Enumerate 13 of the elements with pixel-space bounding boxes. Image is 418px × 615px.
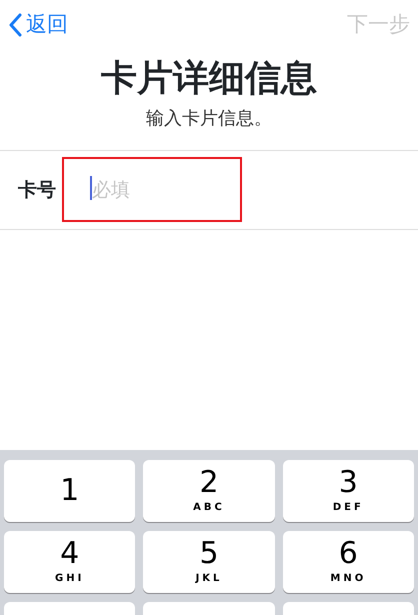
keypad-key[interactable]: 4 GHI bbox=[4, 531, 136, 593]
back-button[interactable]: 返回 bbox=[8, 9, 68, 41]
keypad-key[interactable]: 1 bbox=[4, 460, 136, 522]
keypad-key[interactable]: 3 DEF bbox=[282, 460, 414, 522]
text-cursor bbox=[90, 176, 92, 200]
keypad-key[interactable]: 6 MNO bbox=[282, 531, 414, 593]
field-label: 卡号 bbox=[18, 178, 56, 203]
input-field[interactable]: 必填 bbox=[62, 157, 242, 222]
keypad-key[interactable]: 5 JKL bbox=[143, 531, 275, 593]
page-subtitle: 输入卡片信息。 bbox=[146, 106, 272, 131]
page-title: 卡片详细信息 bbox=[101, 57, 317, 101]
keypad-key[interactable]: 2 ABC bbox=[143, 460, 275, 522]
chevron-left-icon bbox=[8, 13, 22, 37]
